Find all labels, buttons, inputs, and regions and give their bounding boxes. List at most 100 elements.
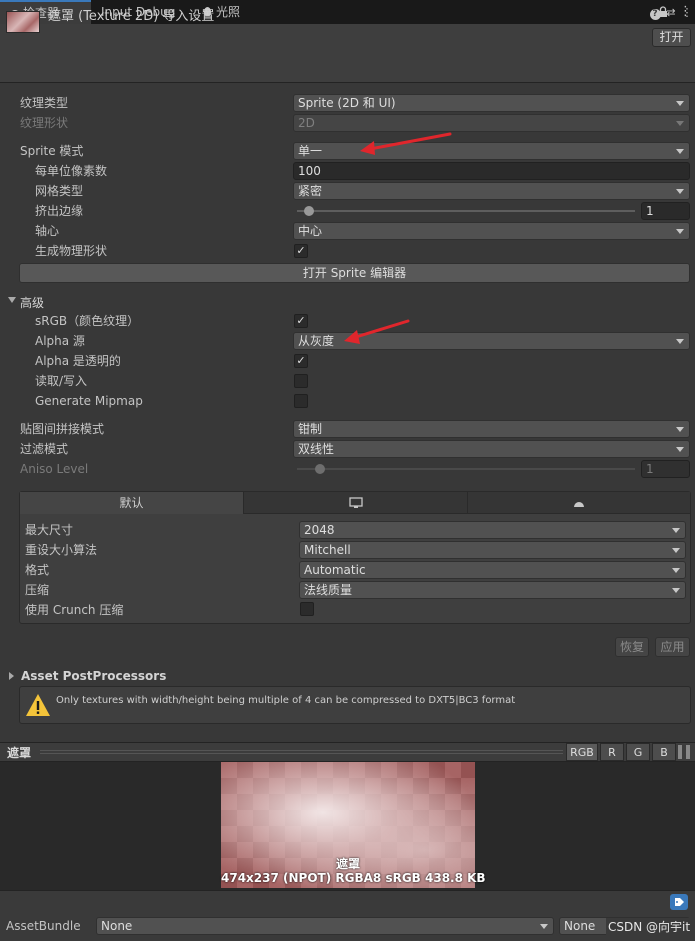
srgb-label: sRGB（颜色纹理）: [35, 314, 140, 328]
texture-thumbnail: [6, 11, 40, 33]
annotation-arrow-icon: [344, 319, 410, 344]
chevron-down-icon: [672, 588, 680, 593]
filter-mode-label: 过滤模式: [20, 442, 69, 456]
pivot-dropdown[interactable]: 中心: [293, 222, 690, 240]
chevron-down-icon: [672, 528, 680, 533]
chevron-down-icon: [676, 229, 684, 234]
inspector-header: [0, 24, 695, 83]
sprite-mode-dropdown[interactable]: 单一: [293, 142, 690, 160]
generate-mipmap-checkbox[interactable]: [294, 394, 308, 408]
preview-caption-name: 遮罩: [335, 857, 360, 871]
texture-shape-label: 纹理形状: [20, 116, 69, 130]
texture-shape-dropdown: 2D: [293, 114, 690, 132]
assetbundle-label: AssetBundle: [6, 919, 81, 933]
channel-r-button[interactable]: R: [600, 743, 624, 761]
help-icon[interactable]: ?: [649, 7, 661, 20]
revert-button[interactable]: 恢复: [615, 637, 649, 657]
crunch-compression-checkbox[interactable]: [300, 602, 314, 616]
sprite-mode-label: Sprite 模式: [20, 144, 84, 158]
tab-default-platform[interactable]: 默认: [20, 492, 243, 514]
chevron-down-icon: [676, 101, 684, 106]
compression-dropdown[interactable]: 法线质量: [299, 581, 686, 599]
warning-icon: [25, 692, 51, 718]
dropdown-value: Mitchell: [304, 543, 351, 557]
aniso-input: 1: [641, 460, 690, 478]
chevron-down-icon: [672, 568, 680, 573]
dropdown-value: Automatic: [304, 563, 366, 577]
dropdown-value: 紧密: [298, 184, 323, 198]
tab-label: 光照: [216, 5, 241, 19]
dropdown-value: 双线性: [298, 442, 335, 456]
dropdown-value: 中心: [298, 224, 323, 238]
mesh-type-dropdown[interactable]: 紧密: [293, 182, 690, 200]
aniso-slider-track: [297, 468, 635, 470]
physics-shape-checkbox[interactable]: ✓: [294, 244, 308, 258]
dropdown-value: 单一: [298, 144, 323, 158]
chevron-down-icon: [676, 339, 684, 344]
preview-title: 遮罩: [7, 746, 32, 760]
max-size-dropdown[interactable]: 2048: [299, 521, 686, 539]
extrude-input[interactable]: 1: [641, 202, 690, 220]
texture-type-dropdown[interactable]: Sprite (2D 和 UI): [293, 94, 690, 112]
extrude-slider-track[interactable]: [297, 210, 635, 212]
aniso-level-label: Aniso Level: [20, 462, 89, 476]
format-dropdown[interactable]: Automatic: [299, 561, 686, 579]
compression-label: 压缩: [25, 583, 50, 597]
format-label: 格式: [25, 563, 50, 577]
alpha-source-label: Alpha 源: [35, 334, 85, 348]
tab-standalone-platform[interactable]: [243, 492, 467, 514]
preview-caption-info: 474x237 (NPOT) RGBA8 sRGB 438.8 KB: [221, 871, 486, 885]
read-write-checkbox[interactable]: [294, 374, 308, 388]
dropdown-value: 2048: [304, 523, 335, 537]
dropdown-value: 从灰度: [298, 334, 335, 348]
apply-button[interactable]: 应用: [655, 637, 690, 657]
resize-algorithm-label: 重设大小算法: [25, 543, 98, 557]
open-button[interactable]: 打开: [652, 28, 691, 47]
filter-mode-dropdown[interactable]: 双线性: [293, 440, 690, 458]
page-title: 遮罩 (Texture 2D) 导入设置: [48, 9, 215, 24]
assetbundle-name-dropdown[interactable]: None: [96, 917, 554, 935]
wrap-mode-label: 贴图间拼接模式: [20, 422, 105, 436]
foldout-expanded-icon[interactable]: [8, 297, 16, 303]
chevron-down-icon: [676, 121, 684, 126]
mip-level-slider-icon[interactable]: [678, 745, 690, 759]
dropdown-value: Sprite (2D 和 UI): [298, 96, 396, 110]
generate-mipmap-label: Generate Mipmap: [35, 394, 143, 408]
read-write-label: 读取/写入: [35, 374, 88, 388]
dropdown-value: None: [101, 919, 133, 933]
pivot-label: 轴心: [35, 224, 60, 238]
chevron-down-icon: [540, 924, 548, 929]
chevron-down-icon: [676, 189, 684, 194]
open-sprite-editor-button[interactable]: 打开 Sprite 编辑器: [19, 263, 690, 283]
texture-type-label: 纹理类型: [20, 96, 69, 110]
dropdown-value: None: [564, 919, 596, 933]
channel-rgb-button[interactable]: RGB: [566, 743, 598, 761]
foldout-collapsed-icon[interactable]: [9, 672, 14, 680]
srgb-checkbox[interactable]: ✓: [294, 314, 308, 328]
aniso-slider-thumb: [315, 464, 325, 474]
chevron-down-icon: [676, 149, 684, 154]
crunch-compression-label: 使用 Crunch 压缩: [25, 603, 124, 617]
android-icon: [574, 502, 584, 507]
chevron-down-icon: [676, 447, 684, 452]
extrude-edges-label: 挤出边缘: [35, 204, 84, 218]
tab-android-platform[interactable]: [467, 492, 690, 514]
wrap-mode-dropdown[interactable]: 钳制: [293, 420, 690, 438]
advanced-foldout[interactable]: 高级: [20, 294, 44, 311]
asset-postprocessors-foldout[interactable]: Asset PostProcessors: [21, 669, 166, 683]
max-size-label: 最大尺寸: [25, 523, 74, 537]
ppu-label: 每单位像素数: [35, 164, 108, 178]
context-menu-icon[interactable]: ⋮: [681, 7, 693, 19]
ppu-input[interactable]: 100: [293, 162, 690, 180]
label-tag-icon[interactable]: [670, 894, 688, 910]
resize-handle[interactable]: [40, 750, 563, 754]
preset-icon[interactable]: ⇄: [665, 7, 677, 19]
dropdown-value: 钳制: [298, 422, 323, 436]
dropdown-value: 法线质量: [304, 583, 353, 597]
resize-algorithm-dropdown[interactable]: Mitchell: [299, 541, 686, 559]
channel-g-button[interactable]: G: [626, 743, 650, 761]
warning-message: Only textures with width/height being mu…: [56, 695, 516, 706]
extrude-slider-thumb[interactable]: [304, 206, 314, 216]
channel-b-button[interactable]: B: [652, 743, 676, 761]
alpha-transparent-checkbox[interactable]: ✓: [294, 354, 308, 368]
